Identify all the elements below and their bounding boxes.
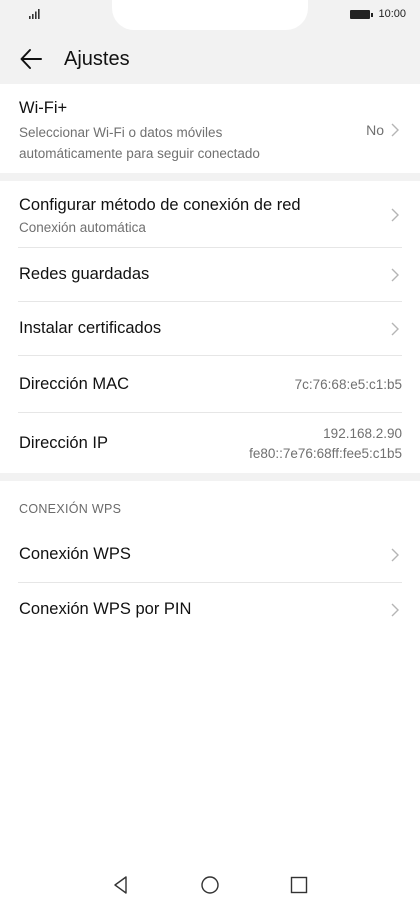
notch (112, 0, 308, 30)
wps-row[interactable]: Conexión WPS (18, 529, 402, 583)
chevron-right-icon (391, 603, 399, 617)
page-title: Ajustes (64, 47, 130, 70)
config-network-subtitle: Conexión automática (19, 220, 146, 235)
app-header: Ajustes (0, 34, 420, 84)
network-panel: Configurar método de conexión de red Con… (0, 181, 420, 473)
wps-panel: CONEXIÓN WPS Conexión WPS Conexión WPS p… (0, 481, 420, 855)
install-certs-title: Instalar certificados (19, 319, 162, 337)
chevron-right-icon (391, 208, 399, 222)
square-recent-icon[interactable] (288, 874, 310, 896)
wps-section-label: CONEXIÓN WPS (19, 502, 122, 516)
wifiplus-title: Wi-Fi+ (19, 99, 68, 117)
ip-address-title: Dirección IP (19, 434, 108, 452)
wifiplus-row[interactable]: Wi-Fi+ Seleccionar Wi-Fi o datos móviles… (18, 84, 402, 173)
wifiplus-subtitle-1: Seleccionar Wi-Fi o datos móviles (19, 125, 223, 140)
battery-clock: 10:00 (350, 8, 406, 20)
saved-networks-row[interactable]: Redes guardadas (18, 248, 402, 302)
mac-address-row: Dirección MAC 7c:76:68:e5:c1:b5 (18, 356, 402, 413)
ip-address-row: Dirección IP 192.168.2.90 fe80::7e76:68f… (18, 413, 402, 475)
saved-networks-title: Redes guardadas (19, 265, 150, 283)
wps-pin-row[interactable]: Conexión WPS por PIN (18, 583, 402, 636)
wps-pin-title: Conexión WPS por PIN (19, 600, 192, 618)
chevron-right-icon (391, 268, 399, 282)
wifiplus-value: No (366, 122, 384, 138)
chevron-right-icon (391, 322, 399, 336)
chevron-right-icon (391, 123, 399, 137)
mac-address-value: 7c:76:68:e5:c1:b5 (294, 377, 402, 392)
chevron-right-icon (391, 548, 399, 562)
wps-title: Conexión WPS (19, 545, 131, 563)
config-network-title: Configurar método de conexión de red (19, 196, 301, 214)
signal-icon (29, 9, 40, 19)
ip-address-v6: fe80::7e76:68ff:fee5:c1b5 (249, 446, 402, 461)
install-certs-row[interactable]: Instalar certificados (18, 302, 402, 356)
clock: 10:00 (378, 8, 406, 20)
wifiplus-subtitle-2: automáticamente para seguir conectado (19, 146, 260, 161)
battery-icon (350, 9, 374, 19)
navigation-bar (0, 855, 420, 910)
status-bar: 10:00 (0, 0, 420, 34)
ip-address-v4: 192.168.2.90 (323, 426, 402, 441)
circle-home-icon[interactable] (199, 874, 221, 896)
config-network-row[interactable]: Configurar método de conexión de red Con… (18, 181, 402, 248)
back-arrow-icon[interactable] (18, 46, 44, 72)
mac-address-title: Dirección MAC (19, 375, 130, 393)
triangle-back-icon[interactable] (110, 874, 132, 896)
wifiplus-panel: Wi-Fi+ Seleccionar Wi-Fi o datos móviles… (0, 84, 420, 173)
